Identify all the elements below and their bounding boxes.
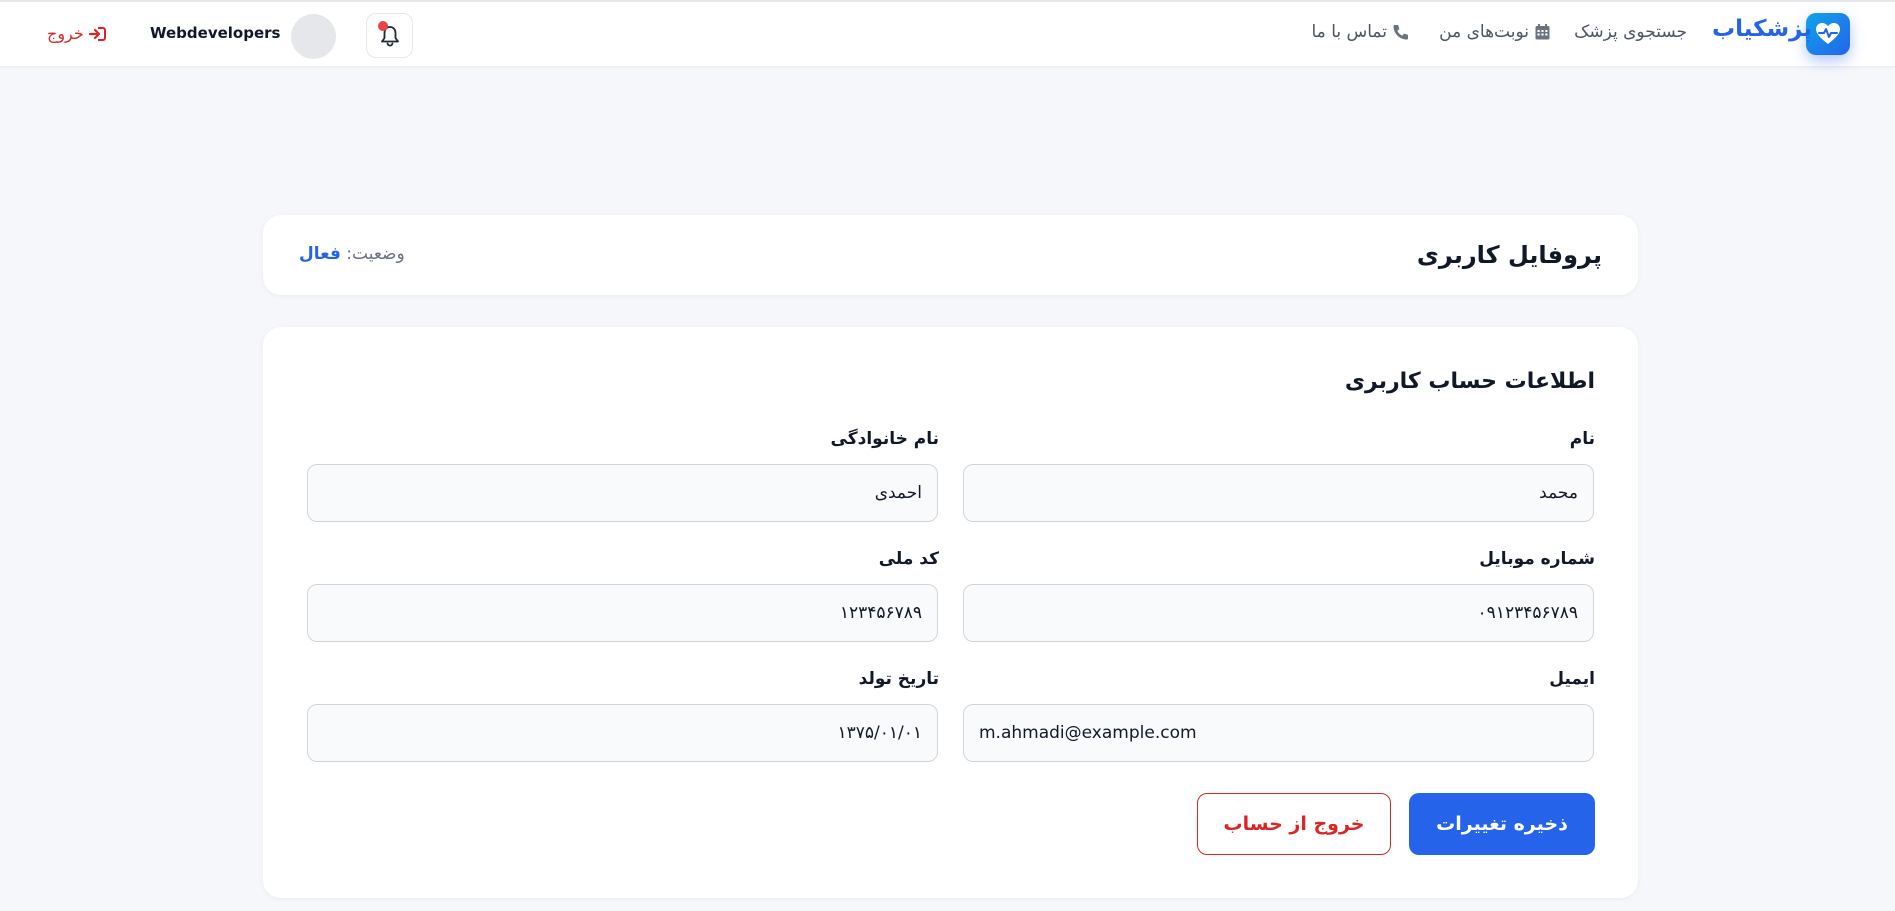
brand-name[interactable]: پزشکیاب (1712, 16, 1812, 42)
header-logout-link[interactable]: خروج (47, 24, 106, 43)
logo[interactable] (1806, 13, 1850, 55)
first-name-field[interactable] (963, 464, 1594, 522)
avatar[interactable] (291, 14, 336, 59)
last-name-label: نام خانوادگی (830, 429, 939, 449)
mobile-label: شماره موبایل (1479, 549, 1595, 569)
sign-out-icon (88, 26, 106, 41)
top-header: پزشکیاب جستجوی پزشک نوبت‌های من تماس با … (0, 0, 1895, 66)
birth-date-label: تاریخ تولد (858, 669, 939, 689)
logout-account-button[interactable]: خروج از حساب (1197, 793, 1391, 855)
account-info-card: اطلاعات حساب کاربری نام نام خانوادگی شما… (263, 327, 1638, 898)
notifications-button[interactable] (366, 13, 413, 58)
email-label: ایمیل (1549, 669, 1595, 689)
mobile-field[interactable] (963, 584, 1594, 642)
last-name-field[interactable] (307, 464, 938, 522)
notification-dot (378, 21, 388, 31)
status-badge: فعال (299, 244, 341, 264)
status-label: وضعیت: (346, 244, 405, 264)
calendar-icon (1535, 24, 1550, 40)
first-name-label: نام (1569, 429, 1595, 449)
nav-contact[interactable]: تماس با ما (1312, 22, 1410, 42)
nav-contact-label: تماس با ما (1311, 22, 1388, 42)
phone-icon (1393, 25, 1408, 40)
account-status: وضعیت: فعال (299, 244, 405, 264)
nav-appointments-label: نوبت‌های من (1439, 22, 1529, 42)
heart-pulse-icon (1816, 23, 1840, 44)
header-logout-label: خروج (47, 24, 84, 43)
section-title: اطلاعات حساب کاربری (1344, 369, 1595, 394)
profile-header-card: پروفایل کاربری وضعیت: فعال (263, 215, 1638, 295)
username: Webdevelopers (150, 24, 281, 42)
nav-doctor-search-label: جستجوی پزشک (1574, 22, 1687, 42)
nav-doctor-search[interactable]: جستجوی پزشک (1574, 22, 1687, 42)
national-code-field[interactable] (307, 584, 938, 642)
save-changes-button[interactable]: ذخیره تغییرات (1409, 793, 1595, 855)
page-title: پروفایل کاربری (1416, 241, 1602, 269)
national-code-label: کد ملی (878, 549, 939, 569)
nav-appointments[interactable]: نوبت‌های من (1439, 22, 1550, 42)
birth-date-field[interactable] (307, 704, 938, 762)
email-field[interactable] (963, 704, 1594, 762)
